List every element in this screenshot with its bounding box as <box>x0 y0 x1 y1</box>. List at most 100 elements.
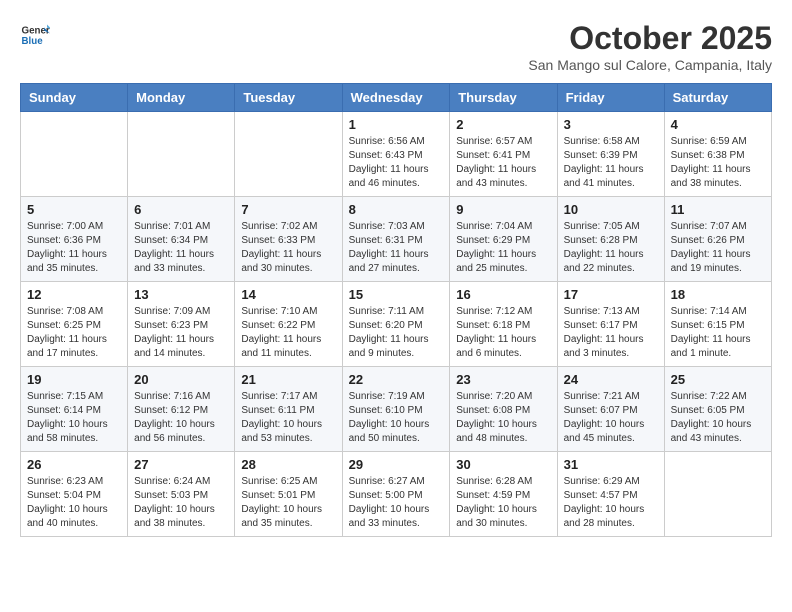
day-number: 18 <box>671 287 765 302</box>
day-number: 9 <box>456 202 550 217</box>
day-number: 21 <box>241 372 335 387</box>
day-number: 26 <box>27 457 121 472</box>
day-number: 7 <box>241 202 335 217</box>
day-info: Sunrise: 7:00 AM Sunset: 6:36 PM Dayligh… <box>27 220 121 276</box>
day-number: 14 <box>241 287 335 302</box>
calendar-cell: 6 Sunrise: 7:01 AM Sunset: 6:34 PM Daylig… <box>128 197 235 282</box>
calendar-cell: 4Sunrise: 6:59 AM Sunset: 6:38 PM Daylig… <box>664 112 771 197</box>
calendar-cell: 3 Sunrise: 6:58 AM Sunset: 6:39 PM Daylig… <box>557 112 664 197</box>
column-header-saturday: Saturday <box>664 84 771 112</box>
calendar-cell: 12 Sunrise: 7:08 AM Sunset: 6:25 PM Dayli… <box>21 282 128 367</box>
column-header-wednesday: Wednesday <box>342 84 450 112</box>
day-info: Sunrise: 7:22 AM Sunset: 6:05 PM Dayligh… <box>671 390 765 446</box>
calendar-cell: 5 Sunrise: 7:00 AM Sunset: 6:36 PM Daylig… <box>21 197 128 282</box>
calendar-cell: 21Sunrise: 7:17 AM Sunset: 6:11 PM Dayli… <box>235 367 342 452</box>
day-info: Sunrise: 7:13 AM Sunset: 6:17 PM Dayligh… <box>564 305 658 361</box>
day-info: Sunrise: 7:08 AM Sunset: 6:25 PM Dayligh… <box>27 305 121 361</box>
days-header-row: SundayMondayTuesdayWednesdayThursdayFrid… <box>21 84 772 112</box>
title-section: October 2025 San Mango sul Calore, Campa… <box>528 20 772 73</box>
logo-icon: General Blue <box>20 20 50 50</box>
day-info: Sunrise: 7:03 AM Sunset: 6:31 PM Dayligh… <box>349 220 444 276</box>
page-header: General Blue October 2025 San Mango sul … <box>20 20 772 73</box>
calendar-cell <box>128 112 235 197</box>
calendar-cell: 28 Sunrise: 6:25 AM Sunset: 5:01 PM Dayli… <box>235 452 342 537</box>
day-info: Sunrise: 6:27 AM Sunset: 5:00 PM Dayligh… <box>349 475 444 531</box>
day-number: 31 <box>564 457 658 472</box>
calendar-cell: 8 Sunrise: 7:03 AM Sunset: 6:31 PM Daylig… <box>342 197 450 282</box>
week-row-2: 5 Sunrise: 7:00 AM Sunset: 6:36 PM Daylig… <box>21 197 772 282</box>
day-number: 16 <box>456 287 550 302</box>
day-info: Sunrise: 6:29 AM Sunset: 4:57 PM Dayligh… <box>564 475 658 531</box>
day-info: Sunrise: 6:23 AM Sunset: 5:04 PM Dayligh… <box>27 475 121 531</box>
day-info: Sunrise: 7:19 AM Sunset: 6:10 PM Dayligh… <box>349 390 444 446</box>
calendar-cell: 25 Sunrise: 7:22 AM Sunset: 6:05 PM Dayli… <box>664 367 771 452</box>
calendar-cell: 18 Sunrise: 7:14 AM Sunset: 6:15 PM Dayli… <box>664 282 771 367</box>
day-info: Sunrise: 6:56 AM Sunset: 6:43 PM Dayligh… <box>349 135 444 191</box>
svg-text:Blue: Blue <box>22 36 44 47</box>
day-number: 22 <box>349 372 444 387</box>
day-info: Sunrise: 6:57 AM Sunset: 6:41 PM Dayligh… <box>456 135 550 191</box>
day-number: 17 <box>564 287 658 302</box>
day-info: Sunrise: 7:21 AM Sunset: 6:07 PM Dayligh… <box>564 390 658 446</box>
logo: General Blue <box>20 20 50 50</box>
calendar-cell: 17 Sunrise: 7:13 AM Sunset: 6:17 PM Dayli… <box>557 282 664 367</box>
day-number: 15 <box>349 287 444 302</box>
day-number: 1 <box>349 117 444 132</box>
calendar-cell: 11Sunrise: 7:07 AM Sunset: 6:26 PM Dayli… <box>664 197 771 282</box>
day-number: 30 <box>456 457 550 472</box>
day-info: Sunrise: 6:24 AM Sunset: 5:03 PM Dayligh… <box>134 475 228 531</box>
day-info: Sunrise: 7:09 AM Sunset: 6:23 PM Dayligh… <box>134 305 228 361</box>
day-number: 12 <box>27 287 121 302</box>
day-info: Sunrise: 6:25 AM Sunset: 5:01 PM Dayligh… <box>241 475 335 531</box>
day-number: 24 <box>564 372 658 387</box>
calendar-cell: 24 Sunrise: 7:21 AM Sunset: 6:07 PM Dayli… <box>557 367 664 452</box>
column-header-friday: Friday <box>557 84 664 112</box>
day-number: 2 <box>456 117 550 132</box>
day-number: 28 <box>241 457 335 472</box>
week-row-3: 12 Sunrise: 7:08 AM Sunset: 6:25 PM Dayli… <box>21 282 772 367</box>
calendar-cell <box>21 112 128 197</box>
day-info: Sunrise: 6:58 AM Sunset: 6:39 PM Dayligh… <box>564 135 658 191</box>
day-info: Sunrise: 7:10 AM Sunset: 6:22 PM Dayligh… <box>241 305 335 361</box>
day-number: 8 <box>349 202 444 217</box>
calendar-cell <box>235 112 342 197</box>
day-number: 11 <box>671 202 765 217</box>
day-number: 5 <box>27 202 121 217</box>
calendar-cell: 2 Sunrise: 6:57 AM Sunset: 6:41 PM Daylig… <box>450 112 557 197</box>
day-info: Sunrise: 7:12 AM Sunset: 6:18 PM Dayligh… <box>456 305 550 361</box>
day-number: 3 <box>564 117 658 132</box>
day-number: 25 <box>671 372 765 387</box>
calendar-cell: 29 Sunrise: 6:27 AM Sunset: 5:00 PM Dayli… <box>342 452 450 537</box>
calendar-cell: 20Sunrise: 7:16 AM Sunset: 6:12 PM Dayli… <box>128 367 235 452</box>
column-header-tuesday: Tuesday <box>235 84 342 112</box>
calendar-cell: 19Sunrise: 7:15 AM Sunset: 6:14 PM Dayli… <box>21 367 128 452</box>
calendar-cell: 27 Sunrise: 6:24 AM Sunset: 5:03 PM Dayli… <box>128 452 235 537</box>
calendar-cell: 23Sunrise: 7:20 AM Sunset: 6:08 PM Dayli… <box>450 367 557 452</box>
day-info: Sunrise: 7:14 AM Sunset: 6:15 PM Dayligh… <box>671 305 765 361</box>
calendar-cell: 10Sunrise: 7:05 AM Sunset: 6:28 PM Dayli… <box>557 197 664 282</box>
day-info: Sunrise: 7:16 AM Sunset: 6:12 PM Dayligh… <box>134 390 228 446</box>
day-info: Sunrise: 7:05 AM Sunset: 6:28 PM Dayligh… <box>564 220 658 276</box>
day-number: 6 <box>134 202 228 217</box>
day-number: 27 <box>134 457 228 472</box>
calendar-cell: 7Sunrise: 7:02 AM Sunset: 6:33 PM Daylig… <box>235 197 342 282</box>
week-row-1: 1 Sunrise: 6:56 AM Sunset: 6:43 PM Daylig… <box>21 112 772 197</box>
calendar-cell: 26 Sunrise: 6:23 AM Sunset: 5:04 PM Dayli… <box>21 452 128 537</box>
calendar-cell: 15 Sunrise: 7:11 AM Sunset: 6:20 PM Dayli… <box>342 282 450 367</box>
day-info: Sunrise: 7:20 AM Sunset: 6:08 PM Dayligh… <box>456 390 550 446</box>
day-info: Sunrise: 7:04 AM Sunset: 6:29 PM Dayligh… <box>456 220 550 276</box>
day-info: Sunrise: 6:59 AM Sunset: 6:38 PM Dayligh… <box>671 135 765 191</box>
calendar-cell: 16 Sunrise: 7:12 AM Sunset: 6:18 PM Dayli… <box>450 282 557 367</box>
column-header-thursday: Thursday <box>450 84 557 112</box>
day-number: 13 <box>134 287 228 302</box>
day-info: Sunrise: 7:11 AM Sunset: 6:20 PM Dayligh… <box>349 305 444 361</box>
calendar-cell: 1 Sunrise: 6:56 AM Sunset: 6:43 PM Daylig… <box>342 112 450 197</box>
day-number: 19 <box>27 372 121 387</box>
calendar-cell: 31 Sunrise: 6:29 AM Sunset: 4:57 PM Dayli… <box>557 452 664 537</box>
day-info: Sunrise: 7:01 AM Sunset: 6:34 PM Dayligh… <box>134 220 228 276</box>
calendar-cell <box>664 452 771 537</box>
day-number: 29 <box>349 457 444 472</box>
calendar-table: SundayMondayTuesdayWednesdayThursdayFrid… <box>20 83 772 537</box>
column-header-sunday: Sunday <box>21 84 128 112</box>
column-header-monday: Monday <box>128 84 235 112</box>
